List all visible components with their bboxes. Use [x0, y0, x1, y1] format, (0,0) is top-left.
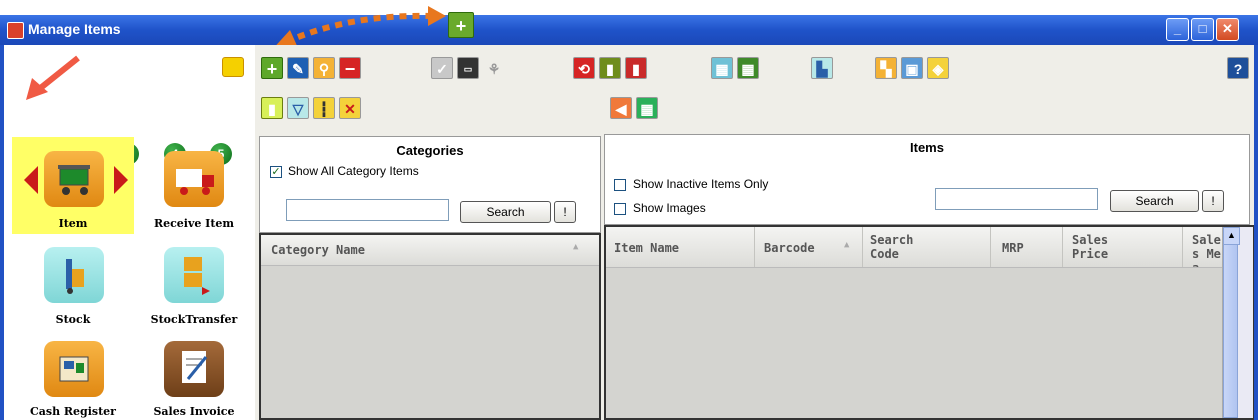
delete-item-button[interactable]: − — [339, 57, 361, 79]
item-search-input[interactable] — [935, 188, 1098, 210]
remove-category-icon[interactable]: ✕ — [339, 97, 361, 119]
add-item-button[interactable]: + — [261, 57, 283, 79]
show-all-category-checkbox[interactable]: ✓ — [270, 166, 282, 178]
filter-icon[interactable]: ▽ — [287, 97, 309, 119]
items-title: Items — [910, 140, 944, 155]
column-mrp[interactable]: MRP — [1002, 241, 1024, 255]
category-hierarchy-icon[interactable]: ┇ — [313, 97, 335, 119]
column-search-code[interactable]: Search Code — [870, 233, 940, 261]
column-chart-icon[interactable]: ▮ — [625, 57, 647, 79]
package-icon[interactable]: ▣ — [901, 57, 923, 79]
sort-arrow-icon: ▲ — [844, 240, 850, 250]
category-toolbar: ▮ ▽ ┇ ✕ — [255, 91, 600, 133]
category-grid-header: Category Name ▲ — [261, 235, 599, 266]
show-all-category-label: Show All Category Items — [288, 164, 419, 178]
add-icon-callout: + — [448, 12, 474, 38]
category-clear-button[interactable]: ! — [554, 201, 576, 223]
search-icon[interactable]: ⚲ — [313, 57, 335, 79]
approve-check-icon[interactable]: ✓ — [431, 57, 453, 79]
barcode-icon[interactable]: ▭ — [457, 57, 479, 79]
main-toolbar: + ✎ ⚲ − ✓ ▭ ⚘ ⟲ ▮ ▮ ▦ ▦ ▙ ▚ ▣ ◈ ? — [255, 45, 1250, 91]
column-item-name[interactable]: Item Name — [614, 241, 679, 255]
column-separator — [1182, 227, 1183, 267]
show-inactive-label: Show Inactive Items Only — [633, 177, 769, 191]
sort-arrow-icon: ▲ — [573, 242, 579, 252]
sync-icon[interactable]: ◈ — [927, 57, 949, 79]
import-table-icon[interactable]: ▦ — [711, 57, 733, 79]
column-sales-price[interactable]: Sales Price — [1072, 233, 1142, 261]
help-button[interactable]: ? — [1227, 57, 1249, 79]
refresh-icon[interactable]: ⟲ — [573, 57, 595, 79]
show-inactive-checkbox[interactable] — [614, 179, 626, 191]
scrollbar-thumb[interactable] — [1223, 244, 1238, 418]
vertical-scrollbar[interactable]: ▲ — [1222, 227, 1253, 418]
back-arrow-icon[interactable]: ◀ — [610, 97, 632, 119]
items-grid-header: Item Name Barcode ▲ Search Code MRP Sale… — [606, 227, 1222, 268]
column-category-name[interactable]: Category Name — [271, 243, 365, 257]
items-toolbar: ◀ ▦ — [604, 91, 1250, 133]
tree-view-icon[interactable]: ▮ — [261, 97, 283, 119]
bar-chart-icon[interactable]: ▮ — [599, 57, 621, 79]
hierarchy-icon[interactable]: ⚘ — [483, 57, 505, 79]
red-pointer-arrow — [26, 55, 80, 100]
column-separator — [754, 227, 755, 267]
categories-filter-panel: Categories ✓ Show All Category Items Sea… — [259, 136, 601, 233]
items-grid: Item Name Barcode ▲ Search Code MRP Sale… — [604, 225, 1254, 420]
show-images-checkbox[interactable] — [614, 203, 626, 215]
item-clear-button[interactable]: ! — [1202, 190, 1224, 212]
show-images-label: Show Images — [633, 201, 706, 215]
column-separator — [990, 227, 991, 267]
category-search-button[interactable]: Search — [460, 201, 551, 223]
item-group-icon[interactable]: ▚ — [875, 57, 897, 79]
scroll-up-arrow-icon[interactable]: ▲ — [1223, 227, 1240, 245]
stock-small-icon[interactable]: ▙ — [811, 57, 833, 79]
column-separator — [1062, 227, 1063, 267]
column-separator — [862, 227, 863, 267]
column-barcode[interactable]: Barcode — [764, 241, 815, 255]
tiles-view-icon[interactable]: ▦ — [636, 97, 658, 119]
edit-pencil-icon[interactable]: ✎ — [287, 57, 309, 79]
category-grid: Category Name ▲ — [259, 233, 601, 420]
export-table-icon[interactable]: ▦ — [737, 57, 759, 79]
items-filter-panel: Items Show Inactive Items Only Show Imag… — [604, 134, 1250, 225]
category-search-input[interactable] — [286, 199, 449, 221]
item-search-button[interactable]: Search — [1110, 190, 1199, 212]
column-sales-measure[interactable]: Sales Mea — [1192, 233, 1222, 267]
categories-title: Categories — [396, 143, 464, 158]
